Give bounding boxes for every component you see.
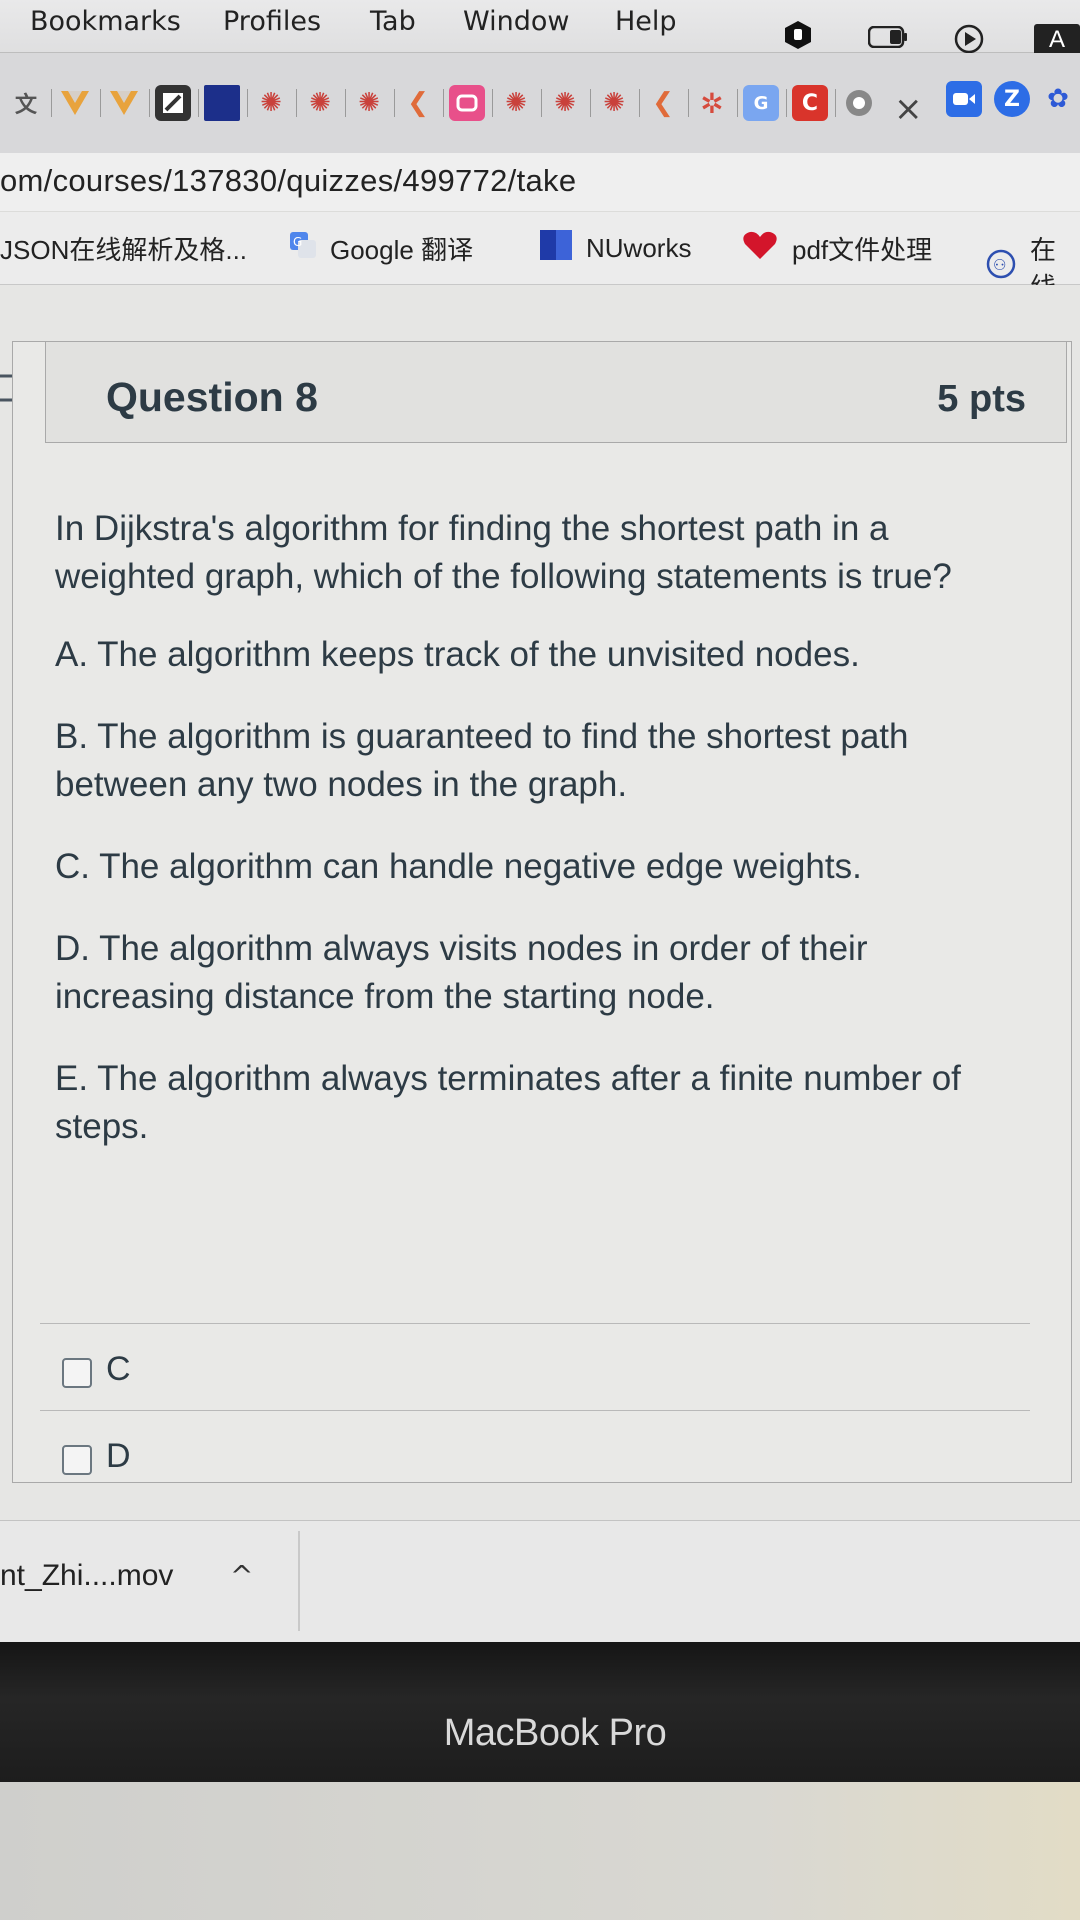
canvas-icon[interactable]: ✺ (253, 85, 297, 121)
canvas-icon[interactable]: ✺ (498, 85, 542, 121)
bilibili-icon[interactable] (449, 85, 493, 121)
download-file-name[interactable]: nt_Zhi....mov (0, 1559, 173, 1593)
bookmark-label: pdf文件处理 (792, 235, 933, 265)
svg-text:G: G (293, 235, 302, 249)
canvas-icon[interactable]: ✺ (547, 85, 591, 121)
option-b: B. The algorithm is guaranteed to find t… (55, 717, 909, 804)
canvas-icon[interactable]: ✺ (302, 85, 346, 121)
loading-icon[interactable]: ✲ (694, 85, 738, 121)
menu-bookmarks[interactable]: Bookmarks (30, 6, 181, 37)
question-body: In Dijkstra's algorithm for finding the … (55, 505, 1015, 1185)
answer-row-c[interactable]: C (40, 1323, 1030, 1410)
vue-icon[interactable] (106, 85, 150, 121)
bezel-label: MacBook Pro (443, 1712, 667, 1754)
menu-help[interactable]: Help (615, 6, 677, 37)
bookmarks-bar: JSON在线解析及格... G Google 翻译 NUworks pdf文件处… (0, 212, 1080, 302)
address-bar[interactable]: om/courses/137830/quizzes/499772/take (0, 153, 1080, 211)
option-a: A. The algorithm keeps track of the unvi… (55, 635, 860, 674)
z-icon[interactable]: Z (994, 81, 1030, 117)
answer-row-d[interactable]: D (40, 1410, 1030, 1497)
downloads-bar: nt_Zhi....mov ^ (0, 1520, 1080, 1643)
desk-surface (0, 1782, 1080, 1920)
nuworks-icon (540, 230, 572, 267)
bookmark-label: JSON在线解析及格... (0, 235, 248, 265)
chrome-icon[interactable] (841, 85, 877, 121)
c-icon[interactable]: C (792, 85, 836, 121)
question-header: Question 8 5 pts (45, 341, 1067, 443)
option-d: D. The algorithm always visits nodes in … (55, 929, 868, 1016)
input-source-badge[interactable]: A (1034, 24, 1080, 56)
quiz-page: Question 8 5 pts In Dijkstra's algorithm… (0, 285, 1080, 1525)
battery-icon[interactable] (867, 25, 908, 53)
vue-icon[interactable] (57, 85, 101, 121)
blue-square-icon[interactable] (204, 85, 248, 121)
pinned-tab-icons: 文 ✺ ✺ ✺ ❮ ✺ ✺ ✺ ❮ ✲ G C (8, 81, 890, 125)
answer-label[interactable]: C (106, 1350, 131, 1389)
google-translate-icon: G (290, 232, 316, 265)
canvas-icon[interactable]: ✺ (351, 85, 395, 121)
hexagon-icon[interactable] (784, 20, 812, 55)
translate-icon[interactable]: 文 (8, 85, 52, 121)
menu-profiles[interactable]: Profiles (223, 6, 321, 37)
browser-tab-strip: 文 ✺ ✺ ✺ ❮ ✺ ✺ ✺ ❮ ✲ G C × Z ✿ (0, 53, 1080, 153)
canvas-icon[interactable]: ✺ (596, 85, 640, 121)
bookmark-label: Google 翻译 (330, 235, 474, 265)
back-arrow-icon[interactable]: ❮ (400, 85, 444, 121)
back-arrow-icon[interactable]: ❮ (645, 85, 689, 121)
tab-close-icon[interactable]: × (894, 89, 923, 129)
bookmark-json[interactable]: JSON在线解析及格... (0, 230, 247, 267)
bookmark-google-translate[interactable]: G Google 翻译 (290, 230, 473, 267)
divider (298, 1531, 300, 1631)
bookmark-nuworks[interactable]: NUworks (540, 230, 691, 267)
answer-list: C D (40, 1323, 1030, 1497)
answer-checkbox[interactable] (62, 1358, 92, 1388)
baidu-icon[interactable]: ✿ (1040, 81, 1076, 117)
menu-window[interactable]: Window (463, 6, 569, 37)
svg-text:⚇: ⚇ (993, 256, 1006, 274)
answer-checkbox[interactable] (62, 1445, 92, 1475)
heart-icon (742, 230, 778, 267)
chevron-up-icon[interactable]: ^ (230, 1559, 253, 1592)
edit-icon[interactable] (155, 85, 199, 121)
question-stem: In Dijkstra's algorithm for finding the … (55, 509, 952, 596)
option-c: C. The algorithm can handle negative edg… (55, 847, 862, 886)
menu-tab[interactable]: Tab (370, 6, 416, 37)
circle-logo-icon: ⚇ (986, 249, 1016, 286)
question-title: Question 8 (106, 374, 318, 420)
option-e: E. The algorithm always terminates after… (55, 1059, 961, 1146)
zoom-icon[interactable] (946, 81, 982, 117)
url-text[interactable]: om/courses/137830/quizzes/499772/take (0, 163, 576, 199)
macos-menu-bar: Bookmarks Profiles Tab Window Help A (0, 0, 1080, 56)
question-points: 5 pts (937, 378, 1026, 420)
google-translate-icon[interactable]: G (743, 85, 787, 121)
bookmark-label: NUworks (586, 233, 692, 263)
answer-label[interactable]: D (106, 1437, 131, 1476)
bookmark-pdf[interactable]: pdf文件处理 (742, 230, 932, 267)
